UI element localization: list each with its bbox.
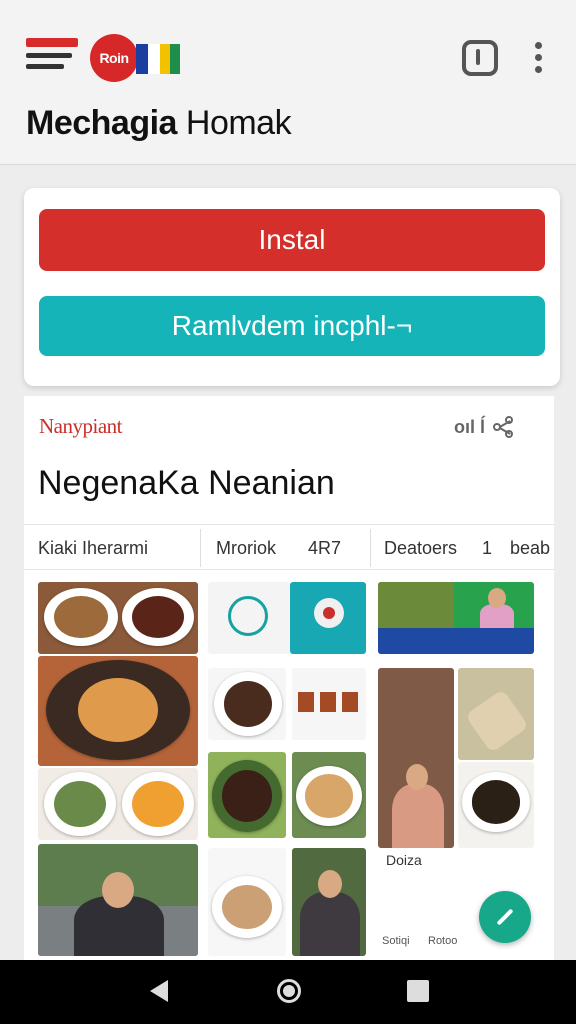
- tab-number[interactable]: 1: [482, 525, 496, 571]
- page-title-bold: Mechagia: [26, 104, 177, 142]
- filter-tabs: Kiaki Iherarmi Mroriok 4R7 Deatoers 1 be…: [24, 524, 554, 570]
- tab-count[interactable]: 4R7: [308, 525, 348, 571]
- logo-image[interactable]: [208, 582, 290, 654]
- mini-nav: Sotiqi Rotoo: [380, 905, 470, 955]
- edit-fab-button[interactable]: [479, 891, 531, 943]
- tab-mroriok[interactable]: Mroriok: [216, 525, 292, 571]
- logo-text: Roin: [90, 34, 138, 82]
- action-card: Instal Ramlvdem incphl-¬: [24, 188, 560, 386]
- tab-deatoers[interactable]: Deatoers: [384, 525, 474, 571]
- back-icon[interactable]: [150, 980, 168, 1002]
- tab-divider: [370, 529, 371, 567]
- flag-icon: [136, 44, 184, 74]
- brand-label: Nanypiant: [39, 414, 122, 438]
- system-nav-bar: [0, 960, 576, 1024]
- food-image[interactable]: [292, 752, 366, 838]
- install-button[interactable]: Instal: [39, 209, 545, 271]
- tab-kiaki[interactable]: Kiaki Iherarmi: [38, 525, 198, 571]
- card-tools-text: oıl ĺ: [454, 416, 485, 437]
- food-image[interactable]: [208, 752, 286, 838]
- person-image[interactable]: [378, 668, 454, 848]
- person-image[interactable]: [38, 844, 198, 956]
- secondary-action-button[interactable]: Ramlvdem incphl-¬: [39, 296, 545, 356]
- section-title: NegenaKa Neanian: [38, 464, 335, 502]
- menu-icon[interactable]: [26, 36, 78, 72]
- gallery-item-label: Doiza: [386, 852, 422, 868]
- mini-nav-item-2[interactable]: Rotoo: [428, 935, 457, 947]
- logo-image[interactable]: [290, 582, 366, 654]
- recent-apps-icon[interactable]: [407, 980, 429, 1002]
- tab-beab[interactable]: beab: [510, 525, 554, 571]
- page-title: Mechagia Homak: [26, 104, 292, 143]
- gallery-column-2: [208, 582, 366, 962]
- tab-divider: [200, 529, 201, 567]
- food-image[interactable]: [458, 668, 534, 760]
- food-image[interactable]: [38, 656, 198, 766]
- gallery-column-1: [38, 582, 198, 962]
- app-header: Roin Mechagia Homak: [0, 0, 576, 165]
- share-icon[interactable]: [493, 416, 515, 438]
- food-image[interactable]: [208, 668, 286, 740]
- food-image[interactable]: [38, 768, 198, 840]
- food-image[interactable]: [292, 668, 366, 740]
- content-card: Nanypiant oıl ĺ NegenaKa Neanian Kiaki I…: [24, 396, 554, 962]
- food-image[interactable]: [38, 582, 198, 654]
- page-title-rest: Homak: [176, 104, 292, 142]
- banner-image[interactable]: [378, 582, 534, 654]
- food-image[interactable]: [458, 762, 534, 848]
- more-vert-icon[interactable]: [530, 42, 548, 74]
- mini-nav-item-1[interactable]: Sotiqi: [382, 935, 410, 947]
- app-logo: Roin: [90, 34, 190, 84]
- food-image[interactable]: [208, 848, 286, 956]
- shield-icon[interactable]: [462, 40, 498, 76]
- home-icon[interactable]: [277, 979, 301, 1003]
- card-toolbar: oıl ĺ: [454, 414, 515, 440]
- person-image[interactable]: [292, 848, 366, 956]
